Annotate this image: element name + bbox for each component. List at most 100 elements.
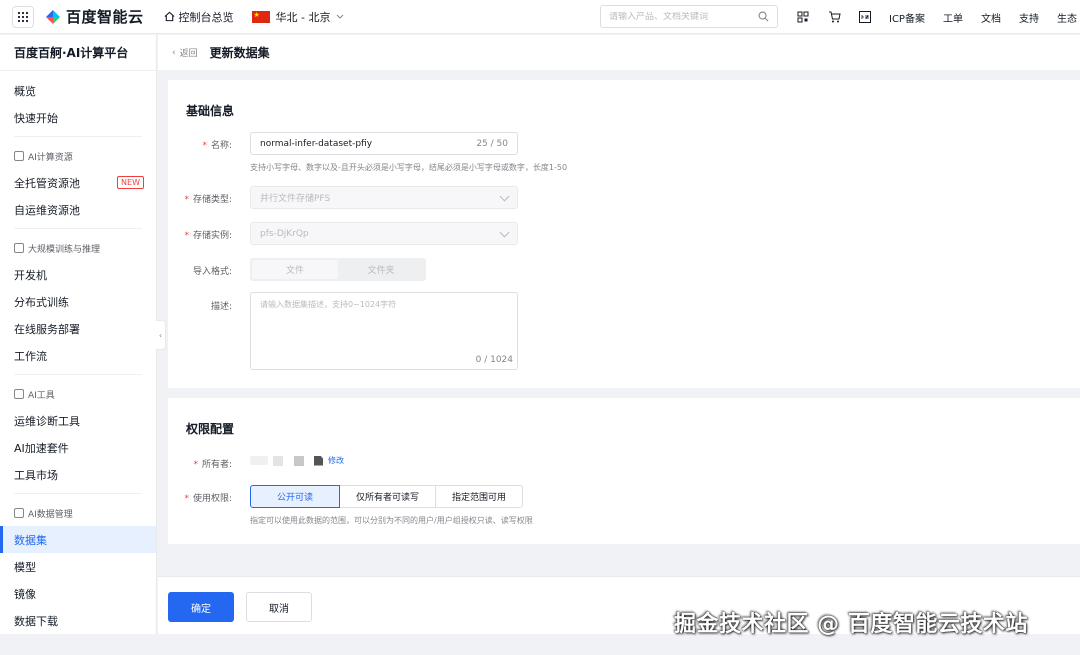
top-bar: 百度智能云 控制台总览 华北 - 北京 ICP备案 工单 文档 支持 生态: [0, 0, 1080, 34]
storage-instance-label: * 存储实例:: [168, 228, 232, 241]
docs-link[interactable]: 文档: [981, 10, 1001, 25]
sidebar-item-devmachine[interactable]: 开发机: [0, 261, 156, 288]
console-home-link[interactable]: 控制台总览: [164, 9, 234, 25]
storage-instance-select[interactable]: pfs-DjKrQp: [250, 222, 518, 245]
storage-instance-value: pfs-DjKrQp: [260, 228, 309, 239]
region-label: 华北 - 北京: [275, 10, 331, 24]
redacted-owner: [294, 455, 304, 466]
sidebar-item-quickstart[interactable]: 快速开始: [0, 104, 156, 131]
perm-specified-scope[interactable]: 指定范围可用: [435, 485, 524, 508]
chevron-left-icon: ‹: [158, 330, 163, 340]
description-textarea[interactable]: 请输入数据集描述，支持0~1024字符 0 / 1024: [250, 292, 518, 370]
cancel-button[interactable]: 取消: [246, 592, 312, 622]
perm-owner-only[interactable]: 仅所有者可读写: [339, 485, 437, 508]
chevron-down-icon: [337, 14, 344, 19]
tool-icon: [14, 389, 24, 399]
home-icon: [164, 11, 174, 22]
confirm-button[interactable]: 确定: [168, 592, 234, 622]
usage-permission-group: 公开可读 仅所有者可读写 指定范围可用: [250, 485, 524, 508]
search-icon[interactable]: [758, 11, 769, 22]
page-title: 更新数据集: [209, 46, 270, 60]
cart-icon[interactable]: [827, 10, 841, 24]
permission-title: 权限配置: [186, 422, 235, 436]
label-text: 使用权限:: [192, 494, 232, 504]
label-text: 存储实例:: [192, 231, 232, 241]
region-selector[interactable]: 华北 - 北京: [251, 9, 345, 25]
divider: [14, 228, 142, 229]
perm-public-read[interactable]: 公开可读: [250, 485, 341, 508]
search-input[interactable]: [609, 11, 758, 22]
sidebar-collapse-handle[interactable]: ‹: [156, 320, 166, 350]
divider: [14, 136, 142, 137]
basic-info-title: 基础信息: [186, 104, 235, 118]
sidebar-title: 百度百舸·AI计算平台: [0, 35, 156, 71]
sidebar-item-overview[interactable]: 概览: [0, 77, 156, 104]
redacted-owner: [273, 455, 283, 466]
sidebar-item-online-serving[interactable]: 在线服务部署: [0, 315, 156, 342]
chevron-left-icon: ‹: [172, 47, 176, 58]
sidebar-item-self-pool[interactable]: 自运维资源池: [0, 196, 156, 223]
divider: [14, 493, 142, 494]
basic-info-card: 基础信息 * 名称: normal-infer-dataset-pfiy 25 /…: [168, 80, 1080, 388]
nav-group-compute: AI计算资源: [0, 143, 156, 169]
name-label: * 名称:: [168, 138, 232, 151]
brand-name: 百度智能云: [66, 8, 144, 26]
ecosystem-link[interactable]: 生态: [1057, 10, 1077, 25]
label-text: 存储类型:: [192, 195, 232, 205]
sidebar-item-data-download[interactable]: 数据下载: [0, 607, 156, 634]
nav-group-label: 大规模训练与推理: [28, 244, 101, 255]
back-link[interactable]: ‹ 返回: [172, 46, 198, 60]
nav-group-label: AI计算资源: [28, 152, 73, 163]
ticket-link[interactable]: 工单: [943, 10, 963, 25]
modify-owner-link[interactable]: 修改: [328, 455, 344, 466]
apps-grid-icon[interactable]: [12, 5, 34, 28]
required-mark: *: [184, 494, 189, 504]
qrcode-icon[interactable]: [796, 10, 810, 24]
database-icon: [14, 508, 24, 518]
grid-icon: [17, 11, 29, 22]
support-link[interactable]: 支持: [1019, 10, 1039, 25]
cloud-logo-icon: [46, 9, 60, 24]
permission-help-text: 指定可以使用此数据的范围，可以分别为不同的用户/用户组授权只读、读写权限: [250, 516, 533, 525]
global-search[interactable]: [600, 5, 778, 28]
divider: [14, 374, 142, 375]
language-icon[interactable]: [858, 10, 872, 24]
nav-group-label: AI工具: [28, 390, 55, 401]
icp-link[interactable]: ICP备案: [889, 10, 925, 25]
sidebar-item-datasets[interactable]: 数据集: [0, 526, 156, 553]
description-char-count: 0 / 1024: [475, 355, 513, 365]
training-icon: [14, 243, 24, 253]
sidebar-item-workflow[interactable]: 工作流: [0, 342, 156, 369]
top-actions: ICP备案 工单 文档 支持 生态: [796, 0, 1080, 34]
sidebar-item-images[interactable]: 镜像: [0, 580, 156, 607]
sidebar-item-models[interactable]: 模型: [0, 553, 156, 580]
storage-type-value: 并行文件存储PFS: [260, 194, 331, 204]
brand-logo[interactable]: 百度智能云: [44, 6, 144, 27]
breadcrumb: ‹ 返回 更新数据集: [158, 35, 1080, 70]
chevron-down-icon: [499, 227, 510, 237]
new-badge: NEW: [117, 176, 144, 189]
sidebar-item-distributed-training[interactable]: 分布式训练: [0, 288, 156, 315]
name-value: normal-infer-dataset-pfiy: [260, 138, 373, 149]
import-format-switch: 文件 文件夹: [250, 258, 426, 281]
sidebar-item-acceleration[interactable]: AI加速套件: [0, 434, 156, 461]
storage-type-select[interactable]: 并行文件存储PFS: [250, 186, 518, 209]
name-input[interactable]: normal-infer-dataset-pfiy 25 / 50: [250, 132, 518, 155]
required-mark: *: [202, 141, 207, 151]
name-help-text: 支持小写字母、数字以及-且开头必须是小写字母，结尾必须是小写字母或数字，长度1-…: [250, 163, 568, 172]
required-mark: *: [184, 195, 189, 205]
required-mark: *: [184, 231, 189, 241]
owner-label: * 所有者:: [168, 457, 232, 470]
sidebar-item-tool-market[interactable]: 工具市场: [0, 461, 156, 488]
sidebar-item-managed-pool[interactable]: 全托管资源池 NEW: [0, 169, 156, 196]
name-char-count: 25 / 50: [476, 138, 508, 149]
document-icon: [314, 455, 323, 466]
watermark: 掘金技术社区 @ 百度智能云技术站: [674, 612, 1028, 637]
storage-type-label: * 存储类型:: [168, 192, 232, 205]
owner-value: 修改: [250, 455, 344, 466]
chip-icon: [14, 151, 24, 161]
nav-group-training: 大规模训练与推理: [0, 235, 156, 261]
sidebar-item-diagnostics[interactable]: 运维诊断工具: [0, 407, 156, 434]
import-option-folder[interactable]: 文件夹: [338, 260, 424, 279]
import-option-file[interactable]: 文件: [252, 260, 338, 279]
